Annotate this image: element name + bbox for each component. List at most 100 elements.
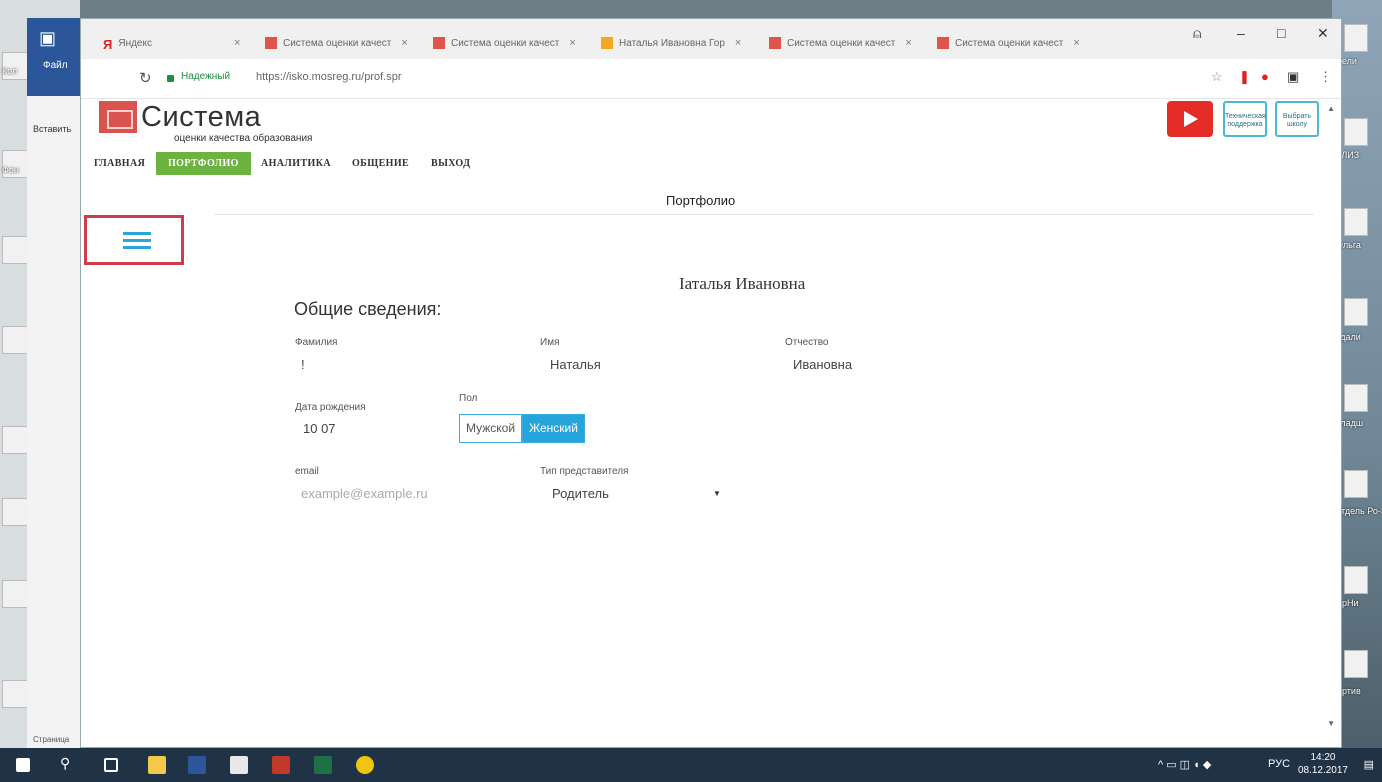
- close-icon[interactable]: ×: [401, 37, 407, 49]
- page-title: Портфолио: [666, 193, 736, 208]
- desktop-icon[interactable]: [1344, 650, 1368, 678]
- reload-icon[interactable]: ↻: [139, 69, 152, 87]
- desktop-icon[interactable]: [1344, 298, 1368, 326]
- section-title: Общие сведения:: [294, 299, 442, 319]
- desktop-icon[interactable]: [1344, 24, 1368, 52]
- gender-female-button[interactable]: Женский: [522, 414, 585, 443]
- nav-item-logout[interactable]: ВЫХОД: [431, 158, 470, 169]
- tray-icons[interactable]: ^ ▭ ◫ ◖ ◆: [1158, 758, 1211, 771]
- menu-icon-bar: [123, 239, 151, 242]
- logo-subtitle: оценки качества образования: [174, 133, 313, 144]
- tab-title: Система оценки качест: [955, 37, 1064, 49]
- excel-icon[interactable]: [314, 756, 332, 774]
- rep-type-select[interactable]: Родитель: [552, 486, 609, 501]
- secure-label: Надежный: [181, 71, 231, 82]
- lock-icon: [167, 75, 174, 82]
- save-icon[interactable]: ▣: [39, 28, 56, 49]
- nav-item-portfolio[interactable]: ПОРТФОЛИО: [156, 152, 251, 175]
- birthdate-field[interactable]: 10 07: [303, 421, 336, 436]
- extension-icon[interactable]: ❚: [1239, 69, 1250, 85]
- select-school-button[interactable]: Выбрать школу: [1275, 101, 1319, 137]
- site-icon: [769, 37, 781, 49]
- windows-start-icon[interactable]: [16, 758, 30, 772]
- scroll-down-icon[interactable]: ▼: [1327, 719, 1335, 728]
- star-icon[interactable]: ☆: [1211, 69, 1223, 85]
- surname-label: Фамилия: [295, 337, 338, 348]
- desktop-icon[interactable]: [1344, 118, 1368, 146]
- desktop-icon[interactable]: [1344, 470, 1368, 498]
- close-icon[interactable]: ×: [905, 37, 911, 49]
- browser-tab[interactable]: Система оценки качест ×: [257, 27, 425, 59]
- tab-title: Яндекс: [118, 37, 152, 49]
- profile-icon[interactable]: ⍝: [1193, 25, 1201, 42]
- tab-title: Система оценки качест: [451, 37, 560, 49]
- menu-dots-icon[interactable]: ⋮: [1319, 69, 1332, 85]
- mail-icon[interactable]: [230, 756, 248, 774]
- window-close-icon[interactable]: ✕: [1317, 25, 1329, 42]
- browser-tab[interactable]: Я Яндекс ×: [95, 27, 253, 59]
- surname-field[interactable]: !: [301, 357, 305, 372]
- word-file-menu[interactable]: Файл: [43, 60, 68, 71]
- patronymic-label: Отчество: [785, 337, 829, 348]
- extension-icon[interactable]: ●: [1261, 69, 1269, 84]
- site-icon: [601, 37, 613, 49]
- email-label: email: [295, 466, 319, 477]
- desktop-icon[interactable]: [1344, 566, 1368, 594]
- browser-window: Я Яндекс × Система оценки качест × Систе…: [80, 18, 1342, 748]
- desktop-icon[interactable]: [1344, 384, 1368, 412]
- nav-item-home[interactable]: ГЛАВНАЯ: [94, 158, 145, 169]
- chrome-icon[interactable]: [356, 756, 374, 774]
- logo-title[interactable]: Система: [141, 101, 261, 134]
- logo-icon[interactable]: [99, 101, 137, 133]
- support-button[interactable]: Техническая поддержка: [1223, 101, 1267, 137]
- scroll-up-icon[interactable]: ▲: [1327, 104, 1335, 113]
- minimize-icon[interactable]: –: [1237, 25, 1245, 41]
- extension-icon[interactable]: ▣: [1287, 69, 1299, 85]
- clock-date: 08.12.2017: [1297, 765, 1348, 776]
- close-icon[interactable]: ×: [569, 37, 575, 49]
- file-explorer-icon[interactable]: [148, 756, 166, 774]
- browser-tab[interactable]: Система оценки качест ×: [425, 27, 593, 59]
- yandex-icon: Я: [103, 37, 113, 52]
- site-icon: [937, 37, 949, 49]
- word-paste-button[interactable]: Вставить: [27, 96, 81, 134]
- clock-time: 14:20: [1310, 752, 1336, 763]
- patronymic-field[interactable]: Ивановна: [793, 357, 852, 372]
- desktop-icon-label: Кол: [2, 66, 18, 76]
- rep-type-label: Тип представителя: [540, 466, 629, 477]
- close-icon[interactable]: ×: [234, 37, 240, 49]
- browser-tab[interactable]: Наталья Ивановна Гор ×: [593, 27, 761, 59]
- person-name: Іаталья Ивановна: [679, 274, 806, 293]
- main-nav: ГЛАВНАЯ ПОРТФОЛИО АНАЛИТИКА ОБЩЕНИЕ ВЫХО…: [81, 152, 1341, 181]
- name-field[interactable]: Наталья: [550, 357, 601, 372]
- language-indicator[interactable]: РУС: [1268, 758, 1290, 770]
- gender-male-button[interactable]: Мужской: [459, 414, 523, 443]
- browser-tab[interactable]: Система оценки качест ×: [929, 27, 1097, 59]
- youtube-button[interactable]: [1167, 101, 1213, 137]
- close-icon[interactable]: ×: [735, 37, 741, 49]
- close-icon[interactable]: ×: [1073, 37, 1079, 49]
- task-view-icon[interactable]: [104, 758, 118, 772]
- notifications-icon[interactable]: ▤: [1364, 758, 1374, 771]
- pdf-icon[interactable]: [272, 756, 290, 774]
- browser-tab[interactable]: Система оценки качест ×: [761, 27, 929, 59]
- site-icon: [433, 37, 445, 49]
- address-bar: ↻ Надежный https://isko.mosreg.ru/prof.s…: [81, 59, 1341, 99]
- maximize-icon[interactable]: □: [1277, 25, 1285, 41]
- divider: [214, 214, 1314, 215]
- chevron-down-icon[interactable]: ▼: [713, 489, 721, 498]
- hamburger-menu-button[interactable]: [84, 215, 184, 265]
- clock[interactable]: 14:20 08.12.2017: [1298, 751, 1348, 777]
- tab-bar: Я Яндекс × Система оценки качест × Систе…: [81, 19, 1341, 59]
- nav-item-communication[interactable]: ОБЩЕНИЕ: [352, 158, 409, 169]
- search-icon[interactable]: ⚲: [60, 755, 70, 772]
- tab-title: Наталья Ивановна Гор: [619, 37, 725, 49]
- tab-title: Система оценки качест: [787, 37, 896, 49]
- nav-item-analytics[interactable]: АНАЛИТИКА: [261, 158, 331, 169]
- name-label: Имя: [540, 337, 560, 348]
- email-field[interactable]: example@example.ru: [301, 486, 428, 501]
- word-icon[interactable]: [188, 756, 206, 774]
- url-input[interactable]: https://isko.mosreg.ru/prof.spr: [256, 71, 402, 83]
- desktop-icon-label: Фон: [2, 165, 19, 175]
- desktop-icon[interactable]: [1344, 208, 1368, 236]
